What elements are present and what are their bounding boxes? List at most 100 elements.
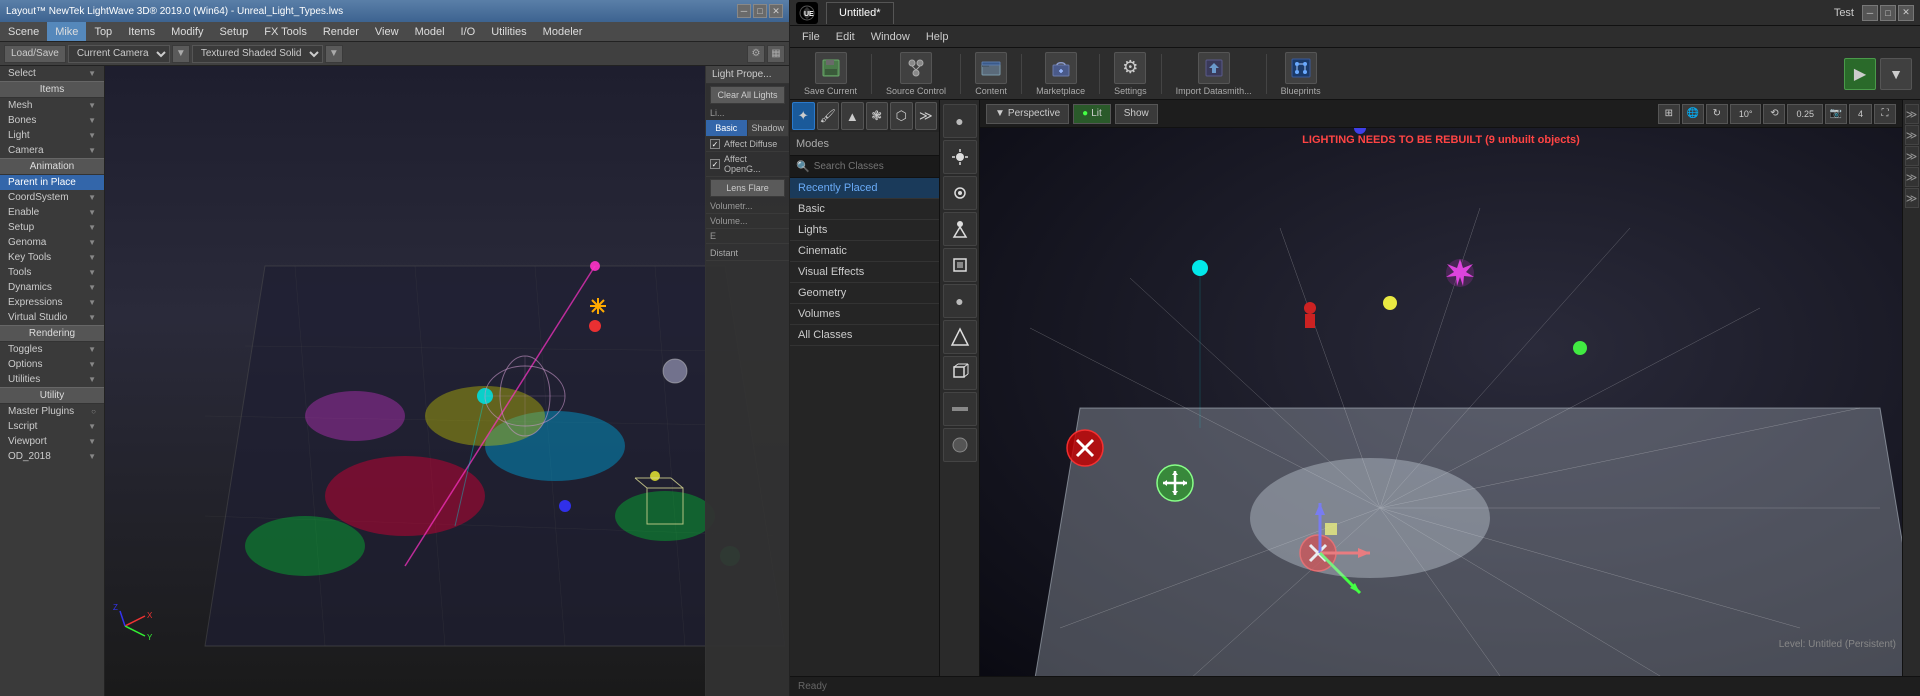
vp-maximize-btn[interactable]: ⛶ [1874,104,1896,124]
lw-minimize-btn[interactable]: ─ [737,4,751,18]
ue-paint-mode-btn[interactable]: 🖌 [817,102,840,130]
lw-sidebar-options[interactable]: Options ▼ [0,357,104,372]
ue-place-mode-btn[interactable]: ✦ [792,102,815,130]
ue-play-btn[interactable]: ▶ [1844,58,1876,90]
lw-sidebar-camera[interactable]: Camera ▼ [0,143,104,158]
lp-tab-shadow[interactable]: Shadow [748,120,790,136]
lw-sidebar-dynamics[interactable]: Dynamics ▼ [0,280,104,295]
ue-marketplace-btn[interactable]: Marketplace [1030,50,1091,98]
lw-sidebar-viewport[interactable]: Viewport ▼ [0,434,104,449]
ue-rs-btn-3[interactable]: ≫ [1905,146,1919,166]
lp-clear-all-lights-btn[interactable]: Clear All Lights [710,86,785,104]
vp-world-icon[interactable]: 🌐 [1682,104,1704,124]
lw-menu-model[interactable]: Model [407,22,453,41]
lw-sidebar-lscript[interactable]: Lscript ▼ [0,419,104,434]
lw-menu-modeler[interactable]: Modeler [535,22,591,41]
ue-landscape-mode-btn[interactable]: ▲ [841,102,864,130]
ue-category-geometry[interactable]: Geometry [790,283,939,304]
lw-menu-fxtools[interactable]: FX Tools [256,22,315,41]
lw-loadsave-btn[interactable]: Load/Save [4,45,66,63]
ue-rs-btn-2[interactable]: ≫ [1905,125,1919,145]
lp-affect-opengl-checkbox[interactable]: ✓ [710,159,720,169]
ue-blueprints-btn[interactable]: Blueprints [1275,50,1327,98]
lp-affect-diffuse-checkbox[interactable]: ✓ [710,139,720,149]
lw-grid-icon[interactable]: ▦ [767,45,785,63]
lw-sidebar-mesh[interactable]: Mesh ▼ [0,98,104,113]
vp-perspective-btn[interactable]: ▼ Perspective [986,104,1069,124]
lw-sidebar-setup[interactable]: Setup ▼ [0,220,104,235]
ue-geometry-mode-btn[interactable]: ⬡ [890,102,913,130]
lw-sidebar-enable[interactable]: Enable ▼ [0,205,104,220]
ue-rs-btn-5[interactable]: ≫ [1905,188,1919,208]
ue-category-cinematic[interactable]: Cinematic [790,241,939,262]
vp-scale-snap-icon[interactable]: ⟲ [1763,104,1785,124]
ue-search-input[interactable] [814,161,946,172]
ue-source-control-btn[interactable]: Source Control [880,50,952,98]
ue-foliage-mode-btn[interactable]: ❃ [866,102,889,130]
ue-content-btn[interactable]: Content [969,50,1013,98]
ue-rect-light-icon[interactable] [943,248,977,282]
lp-tab-basic[interactable]: Basic [706,120,748,136]
vp-lit-btn[interactable]: ● Lit [1073,104,1111,124]
ue-settings-btn[interactable]: ⚙ Settings [1108,50,1153,98]
ue-menu-edit[interactable]: Edit [828,26,863,47]
lw-viewmode-select[interactable]: Textured Shaded Solid [192,45,323,63]
lw-sidebar-utilities[interactable]: Utilities ▼ [0,372,104,387]
ue-directional-light-icon[interactable] [943,140,977,174]
lw-menu-items[interactable]: Items [120,22,163,41]
ue-rs-btn-1[interactable]: ≫ [1905,104,1919,124]
ue-close-btn[interactable]: ✕ [1898,5,1914,21]
lw-maximize-btn[interactable]: □ [753,4,767,18]
vp-scale-num[interactable]: 0.25 [1787,104,1823,124]
ue-point-light-icon[interactable] [943,176,977,210]
ue-sphere-icon[interactable]: ● [943,104,977,138]
ue-tab-untitled[interactable]: Untitled* [826,2,894,24]
ue-sphere2-icon[interactable]: ● [943,284,977,318]
ue-maximize-btn[interactable]: □ [1880,5,1896,21]
ue-category-lights[interactable]: Lights [790,220,939,241]
lw-menu-modify[interactable]: Modify [163,22,211,41]
lw-sidebar-parent-in-place[interactable]: Parent in Place [0,175,104,190]
ue-settings2-icon[interactable]: ▼ [1880,58,1912,90]
lw-sidebar-expressions[interactable]: Expressions ▼ [0,295,104,310]
ue-cone-icon[interactable] [943,320,977,354]
ue-rs-btn-4[interactable]: ≫ [1905,167,1919,187]
lw-viewport[interactable]: X Y Z Light Prop [105,66,789,696]
ue-category-volumes[interactable]: Volumes [790,304,939,325]
lp-lens-flare-btn[interactable]: Lens Flare [710,179,785,197]
lw-menu-io[interactable]: I/O [453,22,484,41]
lw-sidebar-keytools[interactable]: Key Tools ▼ [0,250,104,265]
ue-menu-help[interactable]: Help [918,26,957,47]
vp-grid-snap-icon[interactable]: ⊞ [1658,104,1680,124]
lw-sidebar-genoma[interactable]: Genoma ▼ [0,235,104,250]
lw-menu-top[interactable]: Top [86,22,120,41]
lw-close-btn[interactable]: ✕ [769,4,783,18]
lw-menu-view[interactable]: View [367,22,407,41]
ue-save-current-btn[interactable]: Save Current [798,50,863,98]
vp-rotation-snap-icon[interactable]: ↻ [1706,104,1728,124]
ue-expand-mode-btn[interactable]: ≫ [915,102,938,130]
lw-sidebar-od2018[interactable]: OD_2018 ▼ [0,449,104,464]
ue-menu-window[interactable]: Window [863,26,918,47]
lw-viewmode-icon[interactable]: ▼ [325,45,343,63]
ue-category-recently-placed[interactable]: Recently Placed [790,178,939,199]
ue-category-all-classes[interactable]: All Classes [790,325,939,346]
ue-menu-file[interactable]: File [794,26,828,47]
lw-menu-render[interactable]: Render [315,22,367,41]
lw-menu-scene[interactable]: Scene [0,22,47,41]
lw-sidebar-light[interactable]: Light ▼ [0,128,104,143]
lw-camera-select[interactable]: Current Camera [68,45,170,63]
lw-sidebar-masterplugins[interactable]: Master Plugins ○ [0,404,104,419]
ue-minimize-btn[interactable]: ─ [1862,5,1878,21]
lw-sidebar-tools[interactable]: Tools ▼ [0,265,104,280]
lw-sidebar-coordsystem[interactable]: CoordSystem ▼ [0,190,104,205]
ue-spot-light-icon[interactable] [943,212,977,246]
lw-sidebar-select[interactable]: Select ▼ [0,66,104,81]
lw-settings-icon[interactable]: ⚙ [747,45,765,63]
lw-sidebar-bones[interactable]: Bones ▼ [0,113,104,128]
ue-category-basic[interactable]: Basic [790,199,939,220]
lw-sidebar-toggles[interactable]: Toggles ▼ [0,342,104,357]
vp-snap-num[interactable]: 10° [1730,104,1762,124]
lw-camera-icon[interactable]: ▼ [172,45,190,63]
vp-camera-speed-icon[interactable]: 📷 [1825,104,1847,124]
